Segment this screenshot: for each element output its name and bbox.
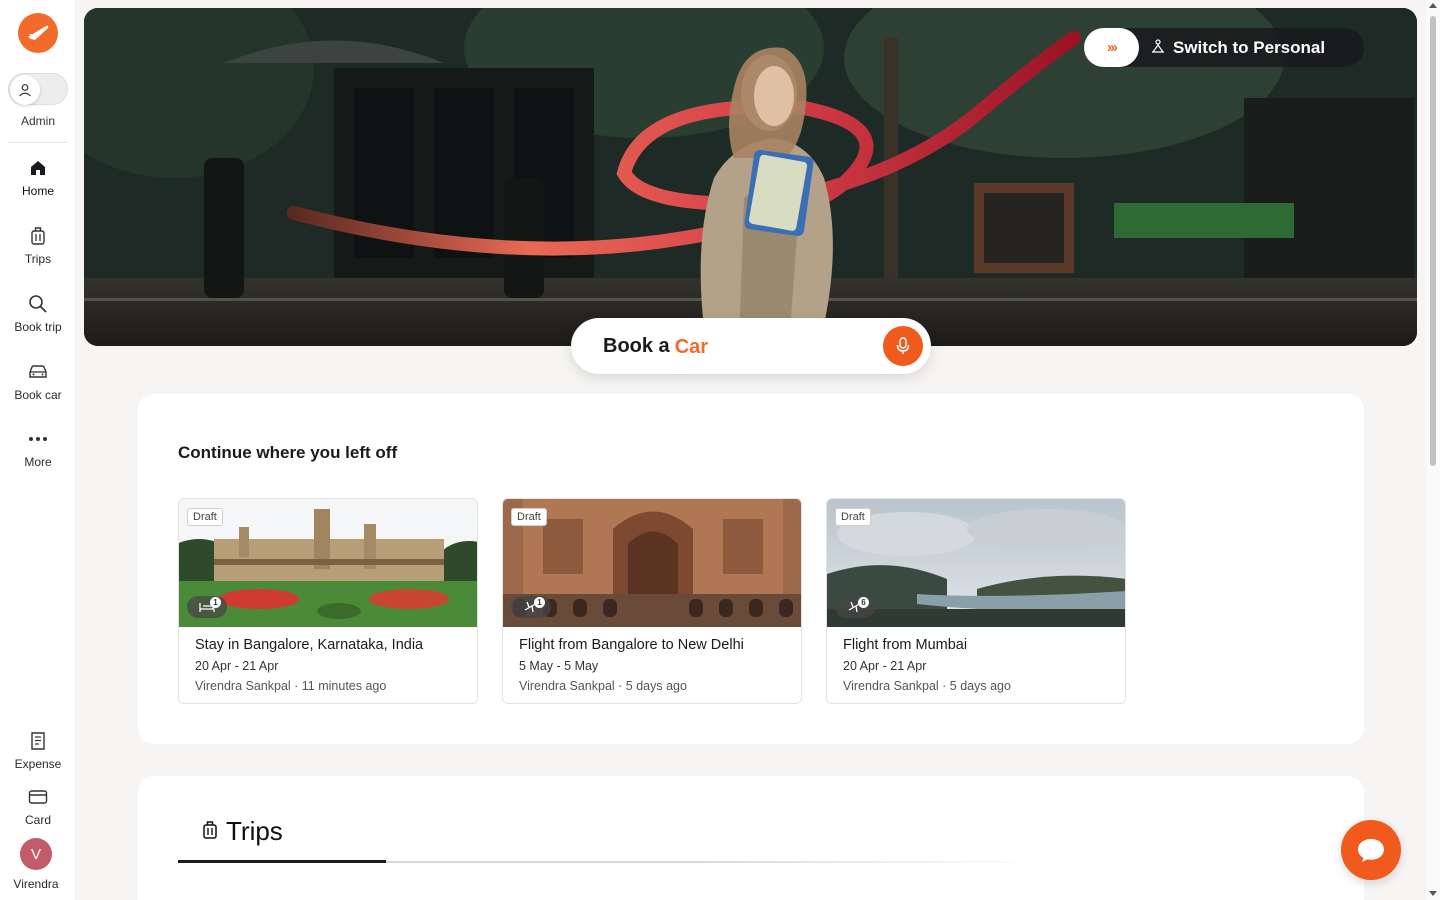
sidebar-item-card[interactable]: Card (0, 786, 76, 838)
sidebar-item-book-car[interactable]: Book car (0, 361, 76, 413)
draft-badge: Draft (835, 508, 871, 526)
card-dates: 20 Apr - 21 Apr (843, 659, 927, 673)
user-icon (10, 75, 40, 105)
book-prefix: Book a (603, 334, 670, 357)
hero-banner: ››› Switch to Personal (84, 8, 1417, 346)
sidebar-item-label: Trips (24, 252, 52, 266)
sidebar-item-label: More (24, 455, 52, 469)
section-title: Continue where you left off (178, 443, 398, 462)
book-search-bar[interactable]: Book a Car (571, 318, 931, 374)
home-icon (29, 157, 47, 179)
item-count: 1 (210, 597, 221, 608)
chat-button[interactable] (1341, 820, 1401, 880)
page-scrollbar[interactable] (1426, 0, 1440, 900)
sidebar-item-book-trip[interactable]: Book trip (0, 293, 76, 345)
microphone-icon (896, 337, 910, 354)
card-title: Flight from Bangalore to New Delhi (519, 637, 744, 653)
draft-badge: Draft (511, 508, 547, 526)
flight-icon: 1 (511, 596, 551, 618)
sidebar-item-label: Book trip (14, 320, 62, 334)
role-label: Admin (20, 114, 55, 128)
draft-trip-card[interactable]: Draft 1 Stay in Bangalore, Karnataka, In… (178, 498, 478, 704)
beach-person-icon (1151, 38, 1165, 58)
car-icon (28, 361, 48, 383)
card-meta: Virendra Sankpal · 5 days ago (519, 679, 687, 693)
sidebar-item-label: Card (24, 813, 51, 827)
hotel-bed-icon: 1 (187, 596, 227, 618)
book-suffix: Car (674, 336, 709, 358)
card-title: Stay in Bangalore, Karnataka, India (195, 637, 424, 653)
chat-bubble-icon (1358, 839, 1384, 862)
trips-section: Trips (138, 776, 1364, 900)
chevrons-right-icon: ››› (1084, 28, 1139, 67)
switch-label: Switch to Personal (1173, 37, 1326, 57)
tab-trips[interactable]: Trips (202, 816, 283, 847)
scroll-thumb[interactable] (1430, 16, 1436, 466)
luggage-icon (202, 816, 218, 847)
card-meta: Virendra Sankpal · 11 minutes ago (195, 679, 387, 693)
draft-trip-card[interactable]: Draft 6 Flight from Mumbai 20 Apr - 21 A… (826, 498, 1126, 704)
avatar-name: Virendra (13, 877, 59, 891)
credit-card-icon (28, 786, 48, 808)
draft-badge: Draft (187, 508, 223, 526)
sidebar-item-label: Home (21, 184, 54, 198)
switch-to-personal-button[interactable]: ››› Switch to Personal (1084, 28, 1364, 67)
card-title: Flight from Mumbai (843, 637, 968, 653)
item-count: 1 (534, 597, 545, 608)
more-dots-icon (28, 428, 48, 450)
role-toggle[interactable] (8, 73, 68, 105)
luggage-icon (30, 225, 46, 247)
sidebar-item-label: Expense (14, 757, 62, 771)
sidebar: Admin Home Trips Book trip Book car More (0, 0, 76, 900)
scroll-down-arrow-icon[interactable] (1429, 891, 1437, 896)
sidebar-item-home[interactable]: Home (0, 157, 76, 209)
sidebar-item-more[interactable]: More (0, 428, 76, 480)
microphone-button[interactable] (883, 326, 923, 366)
sidebar-item-expense[interactable]: Expense (0, 730, 76, 782)
sidebar-divider (8, 142, 68, 143)
item-count: 6 (858, 597, 869, 608)
card-dates: 5 May - 5 May (519, 659, 599, 673)
card-meta: Virendra Sankpal · 5 days ago (843, 679, 1011, 693)
flight-icon: 6 (835, 596, 875, 618)
receipt-icon (30, 730, 46, 752)
sidebar-item-label: Book car (14, 388, 62, 402)
draft-trip-card[interactable]: Draft 1 Flight from Bangalore to New Del… (502, 498, 802, 704)
active-tab-indicator (178, 860, 386, 863)
continue-section: Continue where you left off Draft 1 Stay… (138, 394, 1364, 744)
card-dates: 20 Apr - 21 Apr (195, 659, 279, 673)
search-icon (28, 293, 48, 315)
scroll-up-arrow-icon[interactable] (1429, 3, 1437, 8)
tab-label: Trips (226, 816, 283, 846)
sidebar-item-trips[interactable]: Trips (0, 225, 76, 277)
avatar[interactable]: V (20, 838, 52, 870)
airplane-logo-icon[interactable] (18, 13, 58, 53)
